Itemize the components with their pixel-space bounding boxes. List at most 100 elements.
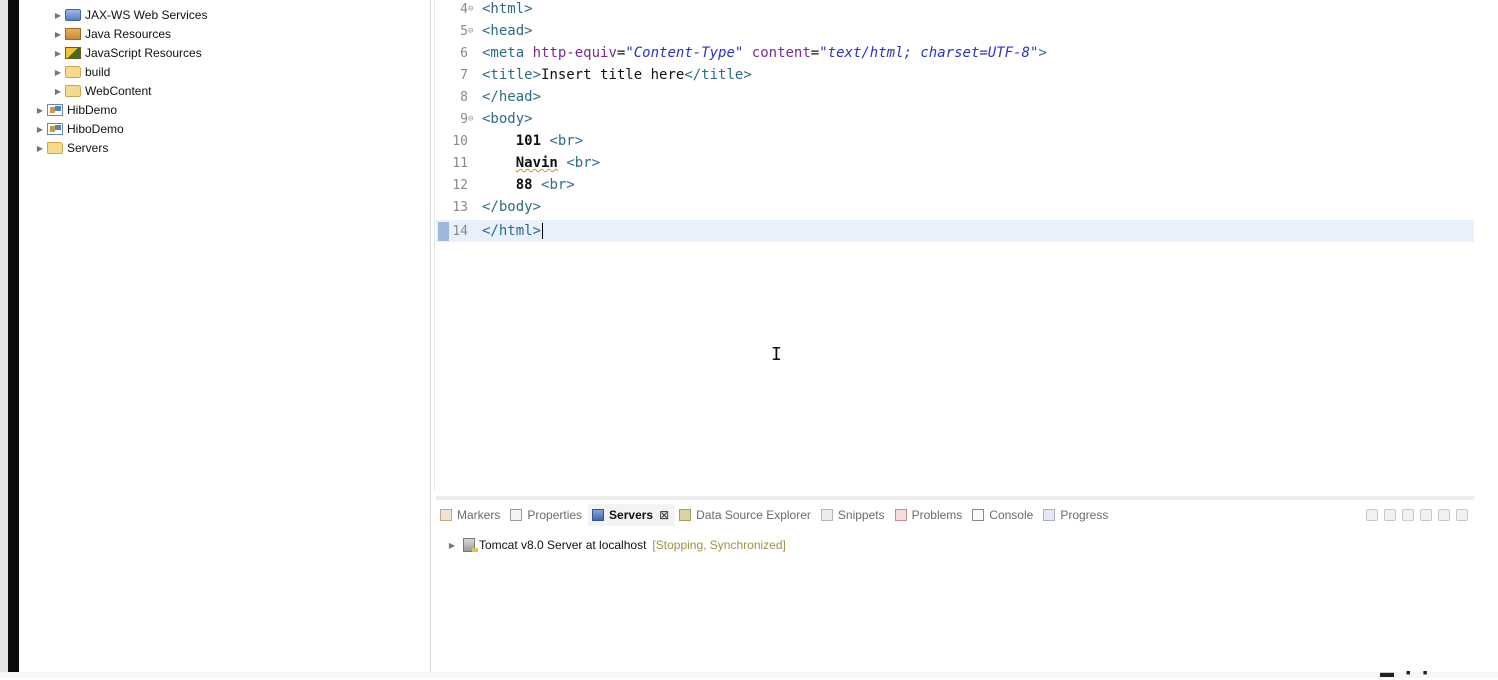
code-editor[interactable]: 4⊖ <html> 5⊖ <head> 6 <meta http-equiv="Con… xyxy=(436,0,1474,490)
project-explorer: ▶ JAX-WS Web Services ▶ Java Resources ▶… xyxy=(19,0,429,678)
code-line-10[interactable]: 10 101 <br> xyxy=(436,130,583,152)
start-server-icon[interactable] xyxy=(1402,509,1414,521)
code-line-9[interactable]: 9⊖ <body> xyxy=(436,108,533,130)
profile-server-icon[interactable] xyxy=(1420,509,1432,521)
tree-item-jaxws[interactable]: ▶ JAX-WS Web Services xyxy=(52,6,208,24)
html-tag: <title> xyxy=(482,67,542,83)
bottom-edge xyxy=(0,672,1498,678)
text-content: 88 xyxy=(515,177,533,193)
tree-item-build[interactable]: ▶ build xyxy=(52,63,110,81)
expand-arrow-icon[interactable]: ▶ xyxy=(52,87,64,96)
close-tab-icon[interactable]: ⊠ xyxy=(659,508,669,522)
tree-item-hibodemo[interactable]: ▶ HiboDemo xyxy=(34,120,124,138)
code-line-6[interactable]: 6 <meta http-equiv="Content-Type" content… xyxy=(436,42,1047,64)
jaxws-icon xyxy=(65,9,81,21)
expand-arrow-icon[interactable]: ▶ xyxy=(52,30,64,39)
view-divider[interactable] xyxy=(430,0,431,678)
server-entry[interactable]: ▶ Tomcat v8.0 Server at localhost [Stopp… xyxy=(446,536,786,554)
tree-item-javascript-resources[interactable]: ▶ JavaScript Resources xyxy=(52,44,202,62)
fold-toggle-icon[interactable]: ⊖ xyxy=(468,108,476,130)
panel-divider[interactable] xyxy=(436,496,1474,500)
tab-markers[interactable]: Markers xyxy=(436,504,506,526)
tree-item-hibdemo[interactable]: ▶ HibDemo xyxy=(34,101,117,119)
project-icon xyxy=(47,123,63,135)
html-tag: <br> xyxy=(566,155,601,171)
code-line-8[interactable]: 8 </head> xyxy=(436,86,541,108)
window-border xyxy=(8,0,19,678)
servers-panel: Markers Properties Servers ⊠ Data Source… xyxy=(436,496,1474,672)
expand-arrow-icon[interactable]: ▶ xyxy=(52,49,64,58)
html-tag: <body> xyxy=(482,111,533,127)
markers-icon xyxy=(440,509,452,521)
tab-servers[interactable]: Servers ⊠ xyxy=(588,504,676,526)
ibeam-cursor-icon: I xyxy=(771,344,782,365)
folder-icon xyxy=(65,66,81,78)
text-content: 101 xyxy=(515,133,542,149)
folder-icon xyxy=(47,142,63,154)
data-source-icon xyxy=(679,509,692,521)
tree-item-label: Java Resources xyxy=(85,27,172,41)
code-line-14[interactable]: 14 </html> xyxy=(436,220,544,242)
tree-item-label: HiboDemo xyxy=(67,122,124,136)
collapse-all-icon[interactable] xyxy=(1366,509,1378,521)
tab-console[interactable]: Console xyxy=(968,504,1039,526)
attribute-value: "Content-Type" xyxy=(625,45,744,61)
html-tag: </title> xyxy=(684,67,752,83)
tab-snippets[interactable]: Snippets xyxy=(817,504,891,526)
code-line-11[interactable]: 11 Navin <br> xyxy=(436,152,600,174)
server-status: [Stopping, Synchronized] xyxy=(652,538,786,552)
expand-arrow-icon[interactable]: ▶ xyxy=(34,144,46,153)
tree-item-java-resources[interactable]: ▶ Java Resources xyxy=(52,25,171,43)
properties-icon xyxy=(510,509,523,521)
publish-icon[interactable] xyxy=(1456,509,1468,521)
current-line-highlight xyxy=(436,220,1474,242)
server-name: Tomcat v8.0 Server at localhost xyxy=(479,538,647,552)
expand-arrow-icon[interactable]: ▶ xyxy=(34,106,46,115)
tree-item-label: JavaScript Resources xyxy=(85,46,202,60)
fold-toggle-icon[interactable]: ⊖ xyxy=(468,20,476,42)
servers-icon xyxy=(592,509,605,521)
tree-item-label: JAX-WS Web Services xyxy=(85,8,208,22)
code-line-5[interactable]: 5⊖ <head> xyxy=(436,20,533,42)
html-tag: </head> xyxy=(482,89,542,105)
code-line-13[interactable]: 13 </body> xyxy=(436,196,541,218)
tree-item-servers[interactable]: ▶ Servers xyxy=(34,139,108,157)
expand-arrow-icon[interactable]: ▶ xyxy=(34,125,46,134)
tab-properties[interactable]: Properties xyxy=(506,504,588,526)
java-resources-icon xyxy=(65,28,81,40)
tab-problems[interactable]: Problems xyxy=(891,504,969,526)
text-content: Insert title here xyxy=(541,67,685,83)
tree-item-label: WebContent xyxy=(85,84,152,98)
html-tag: </body> xyxy=(482,199,542,215)
debug-server-icon[interactable] xyxy=(1384,509,1396,521)
html-tag: <head> xyxy=(482,23,533,39)
code-line-partial: 4⊖ <html> xyxy=(460,1,533,17)
stop-server-icon[interactable] xyxy=(1438,509,1450,521)
html-tag: <meta xyxy=(482,45,525,61)
code-line-12[interactable]: 12 88 <br> xyxy=(436,174,574,196)
tab-data-source-explorer[interactable]: Data Source Explorer xyxy=(675,504,817,526)
text-caret xyxy=(542,223,544,239)
html-tag: <br> xyxy=(549,133,584,149)
progress-icon xyxy=(1043,509,1056,521)
html-tag: </html> xyxy=(482,223,542,239)
code-line-7[interactable]: 7 <title>Insert title here</title> xyxy=(436,64,752,86)
panel-tabs: Markers Properties Servers ⊠ Data Source… xyxy=(436,504,1114,526)
panel-toolbar xyxy=(1366,509,1468,521)
expand-arrow-icon[interactable]: ▶ xyxy=(52,68,64,77)
javascript-resources-icon xyxy=(65,47,81,59)
tree-item-webcontent[interactable]: ▶ WebContent xyxy=(52,82,152,100)
tree-item-label: build xyxy=(85,65,111,79)
attribute-name: http-equiv xyxy=(532,45,617,61)
text-content: Navin xyxy=(515,155,558,171)
project-icon xyxy=(47,104,63,116)
problems-icon xyxy=(894,509,907,521)
attribute-name: content xyxy=(751,45,811,61)
expand-arrow-icon[interactable]: ▶ xyxy=(446,541,458,550)
expand-arrow-icon[interactable]: ▶ xyxy=(52,11,64,20)
tab-progress[interactable]: Progress xyxy=(1039,504,1114,526)
attribute-value: "text/html; charset=UTF-8" xyxy=(819,45,1039,61)
snippets-icon xyxy=(820,509,833,521)
console-icon xyxy=(972,509,985,521)
tree-item-label: HibDemo xyxy=(67,103,118,117)
